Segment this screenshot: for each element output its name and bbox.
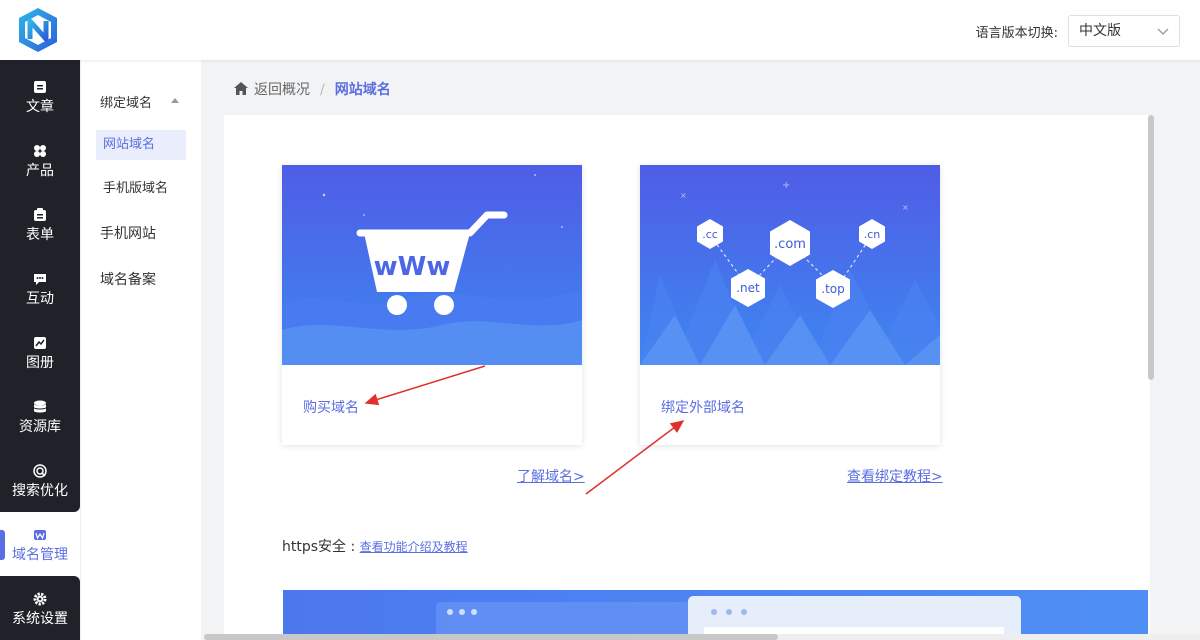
sub-navigation: 绑定域名 网站域名 手机版域名 手机网站 域名备案: [80, 60, 201, 640]
sidebar-item-label: 文章: [26, 99, 54, 115]
tag-cn-text: .cn: [864, 228, 881, 241]
sidebar-item-label: 表单: [26, 227, 54, 243]
sidebar-item-product[interactable]: 产品: [0, 124, 80, 188]
top-bar: 语言版本切换: 中文版: [0, 0, 1200, 60]
sidebar-item-label: 资源库: [19, 419, 61, 435]
album-icon: [34, 337, 46, 349]
https-label: https安全 :: [282, 539, 360, 555]
vertical-scrollbar[interactable]: [1148, 115, 1154, 380]
https-security-row: https安全 : 查看功能介绍及教程: [282, 536, 468, 556]
cart-www-text: wWw: [374, 252, 451, 282]
breadcrumb-back-link[interactable]: 返回概况: [254, 82, 310, 98]
language-select-value: 中文版: [1079, 23, 1121, 39]
subnav-item-icp[interactable]: 域名备案: [100, 265, 190, 295]
sidebar-item-interaction[interactable]: 互动: [0, 252, 80, 316]
chevron-down-icon: [1157, 28, 1169, 35]
tag-cc-text: .cc: [702, 228, 718, 241]
bind-external-domain-card[interactable]: + × × .cc .com .cn .net .top 绑定外部域名: [640, 165, 940, 445]
form-icon: [34, 208, 46, 221]
sidebar-item-label: 产品: [26, 163, 54, 179]
https-tutorial-link[interactable]: 查看功能介绍及教程: [360, 540, 468, 554]
sidebar-item-label: 互动: [26, 291, 54, 307]
binding-tutorial-link[interactable]: 查看绑定教程>: [847, 466, 943, 486]
breadcrumb-current: 网站域名: [334, 82, 391, 98]
tag-com-text: .com: [774, 237, 806, 252]
sidebar-item-label: 系统设置: [12, 611, 68, 627]
svg-text:+: +: [782, 180, 790, 191]
sidebar-item-article[interactable]: 文章: [0, 60, 80, 124]
sidebar-item-label: 搜索优化: [12, 483, 68, 499]
subnav-item-mobile-site[interactable]: 手机网站: [100, 219, 190, 249]
article-icon: [34, 81, 46, 93]
domain-suffix-illustration: + × × .cc .com .cn .net .top: [640, 165, 940, 365]
sidebar-item-domain[interactable]: 域名管理: [0, 508, 80, 572]
learn-domain-link[interactable]: 了解域名>: [517, 466, 585, 486]
logo-icon[interactable]: [16, 6, 60, 54]
sidebar-item-resources[interactable]: 资源库: [0, 380, 80, 444]
main-sidebar: 文章 产品 表单 互动 图册 资源库 搜索优化 域名管理 系统设置: [0, 60, 80, 640]
buy-domain-card[interactable]: wWw 购买域名: [282, 165, 582, 445]
horizontal-scrollbar[interactable]: [204, 634, 778, 640]
seo-icon: [33, 464, 47, 478]
domain-icon: [34, 530, 46, 540]
home-icon[interactable]: [234, 82, 248, 95]
breadcrumb: 返回概况 / 网站域名: [234, 79, 391, 99]
gear-icon: [33, 592, 47, 606]
svg-text:×: ×: [902, 203, 909, 212]
language-select[interactable]: 中文版: [1068, 15, 1180, 47]
sidebar-item-settings[interactable]: 系统设置: [0, 572, 80, 636]
breadcrumb-separator: /: [320, 82, 325, 98]
chat-icon: [34, 274, 46, 285]
sidebar-item-form[interactable]: 表单: [0, 188, 80, 252]
language-switch-label: 语言版本切换:: [975, 26, 1058, 41]
caret-up-icon[interactable]: [171, 97, 179, 103]
sidebar-item-label: 域名管理: [12, 547, 68, 563]
subnav-item-site-domain[interactable]: 网站域名: [96, 130, 186, 160]
sidebar-item-seo[interactable]: 搜索优化: [0, 444, 80, 508]
https-banner-illustration: [283, 590, 1148, 640]
bind-external-domain-title[interactable]: 绑定外部域名: [661, 397, 745, 417]
buy-domain-title[interactable]: 购买域名: [303, 397, 359, 417]
product-icon: [34, 145, 46, 157]
sidebar-item-label: 图册: [26, 355, 54, 371]
svg-text:×: ×: [680, 191, 687, 200]
sidebar-item-album[interactable]: 图册: [0, 316, 80, 380]
tag-net-text: .net: [736, 281, 760, 295]
subnav-group-bind-domain[interactable]: 绑定域名: [100, 92, 152, 111]
shopping-cart-illustration: wWw: [282, 165, 582, 365]
database-icon: [33, 400, 47, 413]
tag-top-text: .top: [821, 282, 844, 296]
subnav-item-mobile-domain[interactable]: 手机版域名: [96, 174, 186, 204]
